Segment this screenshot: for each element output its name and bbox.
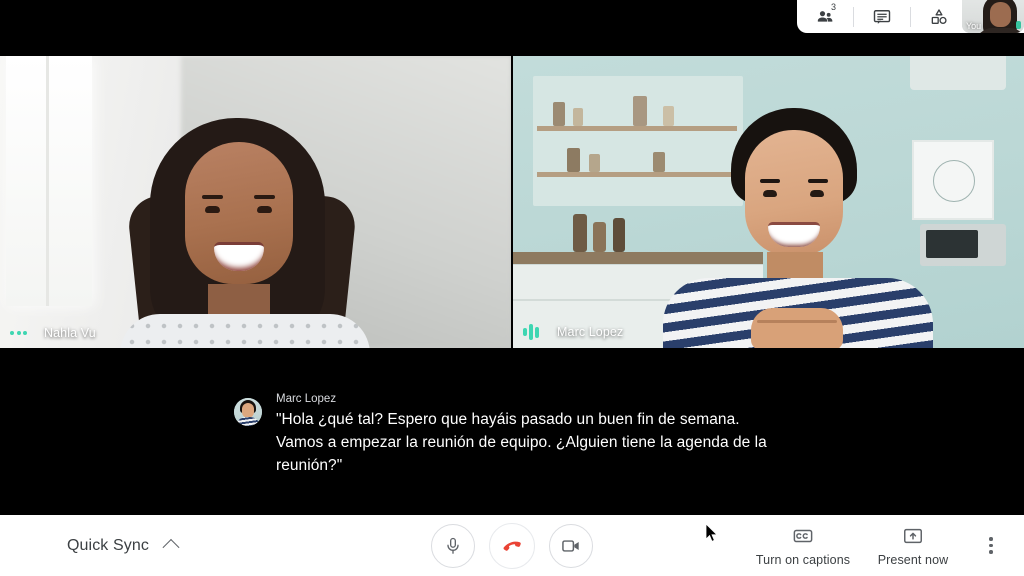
caption-line-3: reunión?"	[276, 454, 790, 477]
tile-2-jar-1	[553, 102, 565, 126]
tile-2-jar-6	[589, 154, 600, 172]
chat-bubble-icon	[872, 7, 892, 27]
audio-bars-icon	[521, 324, 545, 340]
caption-text-column: Marc Lopez "Hola ¿qué tal? Espero que ha…	[276, 392, 790, 477]
tile-2-bottle-3	[613, 218, 625, 252]
more-options-button[interactable]	[968, 515, 1014, 576]
turn-on-captions-button[interactable]: Turn on captions	[748, 515, 858, 576]
bottom-toolbar: Quick Sync	[0, 515, 1024, 576]
kebab-more-icon	[989, 537, 993, 554]
tile-1-eyebrow-right	[254, 195, 275, 199]
self-view-thumbnail[interactable]: You	[962, 0, 1024, 33]
caption-speaker-avatar	[234, 398, 262, 426]
activities-button[interactable]	[911, 0, 967, 33]
tile-2-shelf-upper	[537, 126, 737, 131]
tile-2-range-hood	[910, 56, 1006, 90]
caption-speaker-name: Marc Lopez	[276, 392, 790, 406]
tile-2-jar-5	[567, 148, 580, 172]
turn-on-captions-label: Turn on captions	[756, 553, 850, 567]
participants-count: 3	[831, 3, 836, 12]
self-view-face	[990, 2, 1011, 27]
audio-dots-icon	[8, 331, 32, 335]
video-tile-marc-lopez[interactable]: Marc Lopez	[513, 56, 1024, 348]
tile-2-name-chip: Marc Lopez	[521, 324, 623, 340]
video-call-app: 3 You	[0, 0, 1024, 576]
tile-1-eye-left	[205, 206, 220, 213]
meeting-name-label: Quick Sync	[67, 537, 149, 555]
microphone-icon	[443, 536, 463, 556]
tile-2-eye-left	[763, 190, 777, 197]
caption-line-2: Vamos a empezar la reunión de equipo. ¿A…	[276, 431, 790, 454]
tile-2-microwave	[920, 224, 1006, 266]
tile-2-eye-right	[810, 190, 824, 197]
activities-shapes-icon	[929, 7, 949, 27]
tile-2-wall-frame	[912, 140, 994, 220]
call-controls	[431, 515, 593, 576]
hangup-button[interactable]	[489, 523, 535, 569]
tile-2-shelf-lower	[537, 172, 737, 177]
captions-overlay: Marc Lopez "Hola ¿qué tal? Espero que ha…	[0, 392, 1024, 502]
tile-2-bottle-2	[593, 222, 606, 252]
tile-1-window	[6, 56, 92, 306]
caption-line-1: "Hola ¿qué tal? Espero que hayáis pasado…	[276, 408, 790, 431]
tile-1-eyebrow-left	[202, 195, 223, 199]
phone-hangup-icon	[500, 534, 524, 558]
closed-captions-icon	[792, 525, 814, 547]
present-now-button[interactable]: Present now	[858, 515, 968, 576]
tile-2-jar-3	[633, 96, 647, 126]
chevron-up-icon	[162, 538, 179, 555]
tile-2-counter	[513, 252, 763, 264]
chat-button[interactable]	[854, 0, 910, 33]
tile-2-name-label: Marc Lopez	[557, 325, 623, 339]
caption-block: Marc Lopez "Hola ¿qué tal? Espero que ha…	[234, 392, 790, 502]
tile-1-name-chip: Nahla Vu	[8, 326, 96, 340]
tile-1-eye-right	[257, 206, 272, 213]
self-view-mic-indicator	[1016, 21, 1021, 29]
tile-2-jar-7	[653, 152, 665, 172]
self-view-label: You	[966, 22, 981, 31]
present-screen-icon	[902, 525, 924, 547]
tile-2-clasped-hands	[751, 308, 843, 348]
tile-2-jar-4	[663, 106, 674, 126]
video-stage: Nahla Vu	[0, 56, 1024, 348]
meeting-name-button[interactable]: Quick Sync	[67, 515, 177, 576]
video-camera-icon	[560, 535, 582, 557]
tile-2-eyebrow-right	[808, 179, 828, 183]
tile-1-torso	[120, 314, 370, 348]
tile-2-jar-2	[573, 108, 583, 126]
participants-button[interactable]: 3	[797, 0, 853, 33]
video-tile-nahla-vu[interactable]: Nahla Vu	[0, 56, 511, 348]
camera-button[interactable]	[549, 524, 593, 568]
tile-2-eyebrow-left	[760, 179, 780, 183]
microphone-button[interactable]	[431, 524, 475, 568]
caption-text: "Hola ¿qué tal? Espero que hayáis pasado…	[276, 408, 790, 477]
tile-2-bottle-1	[573, 214, 587, 252]
tile-1-name-label: Nahla Vu	[44, 326, 96, 340]
right-toolbar-controls: Turn on captions Present now	[748, 515, 1014, 576]
present-now-label: Present now	[878, 553, 949, 567]
